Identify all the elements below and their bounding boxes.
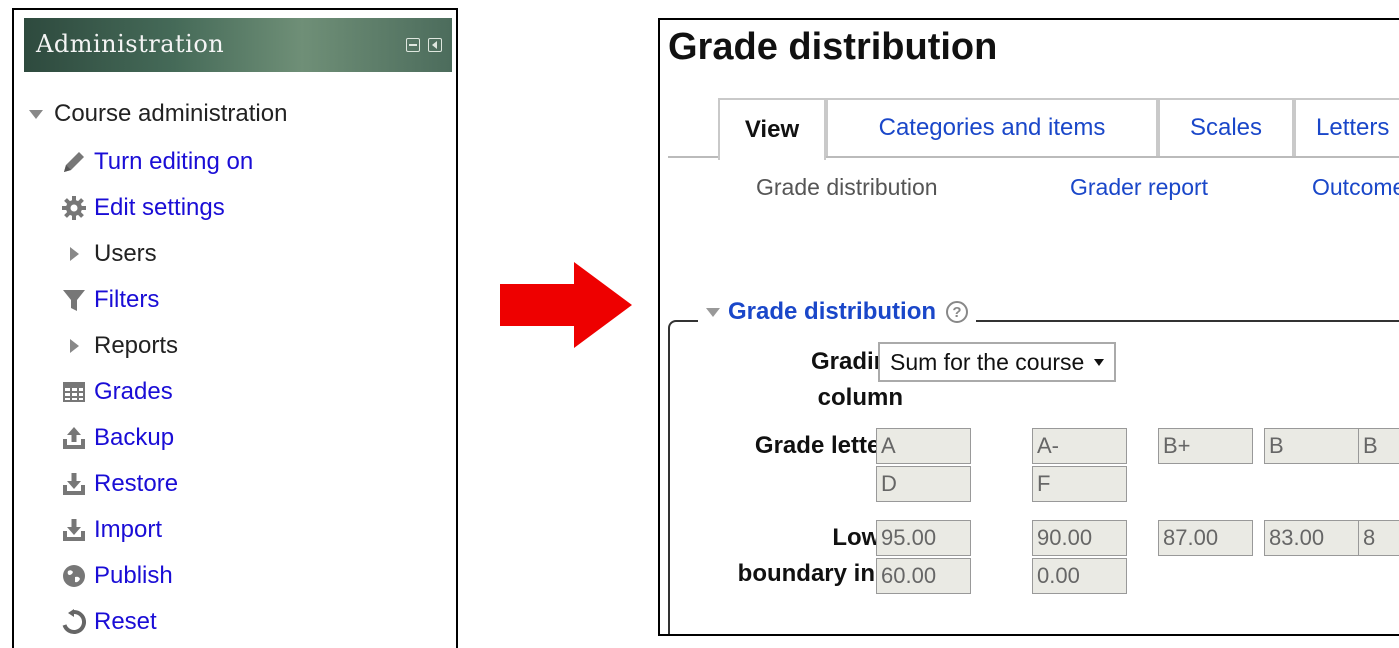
- minimize-icon[interactable]: [406, 38, 420, 52]
- filter-icon: [60, 286, 88, 314]
- triangle-down-icon: [24, 100, 48, 128]
- tab-scales[interactable]: Scales: [1158, 98, 1294, 156]
- reports-node[interactable]: Reports: [60, 326, 178, 366]
- course-administration-node[interactable]: Course administration: [24, 94, 287, 134]
- globe-icon: [60, 562, 88, 590]
- help-icon[interactable]: ?: [946, 301, 969, 323]
- boundary-input[interactable]: 60.00: [876, 558, 971, 594]
- subtab-grade-distribution[interactable]: Grade distribution: [756, 174, 938, 201]
- dock-icon[interactable]: [428, 38, 442, 52]
- tab-categories-and-items[interactable]: Categories and items: [826, 98, 1158, 156]
- letter-input[interactable]: B+: [1158, 428, 1253, 464]
- grades-label: Grades: [94, 378, 173, 405]
- letter-input[interactable]: A: [876, 428, 971, 464]
- triangle-right-icon: [60, 240, 88, 268]
- grading-column-select[interactable]: Sum for the course: [878, 342, 1117, 382]
- boundary-input[interactable]: 83.00: [1264, 520, 1359, 556]
- tab-view[interactable]: View: [718, 98, 826, 160]
- chevron-down-icon: [1094, 358, 1105, 366]
- letter-input[interactable]: D: [876, 466, 971, 502]
- restore-link[interactable]: Restore: [60, 464, 178, 504]
- gear-icon: [60, 194, 88, 222]
- backup-link[interactable]: Backup: [60, 418, 174, 458]
- reset-icon: [60, 608, 88, 636]
- letter-input[interactable]: A-: [1032, 428, 1127, 464]
- page-title: Grade distribution: [668, 26, 998, 68]
- boundary-input[interactable]: 90.00: [1032, 520, 1127, 556]
- boundary-input[interactable]: 87.00: [1158, 520, 1253, 556]
- subtab-grader-report[interactable]: Grader report: [1070, 174, 1208, 201]
- restore-label: Restore: [94, 470, 179, 497]
- publish-label: Publish: [94, 562, 173, 589]
- filters-label: Filters: [94, 286, 160, 313]
- backup-label: Backup: [94, 424, 175, 451]
- course-administration-label: Course administration: [54, 100, 288, 127]
- letter-input[interactable]: B: [1264, 428, 1359, 464]
- grade-distribution-panel: Grade distribution View Categories and i…: [658, 18, 1399, 636]
- administration-header: Administration: [24, 18, 452, 72]
- edit-settings-label: Edit settings: [94, 194, 225, 221]
- filters-link[interactable]: Filters: [60, 280, 159, 320]
- turn-editing-on-label: Turn editing on: [94, 148, 254, 175]
- section-legend[interactable]: Grade distribution ?: [698, 292, 977, 332]
- letter-input[interactable]: F: [1032, 466, 1127, 502]
- administration-block: Administration Course administration Tur…: [12, 8, 458, 648]
- reports-label: Reports: [94, 332, 179, 359]
- reset-link[interactable]: Reset: [60, 602, 157, 642]
- turn-editing-on-link[interactable]: Turn editing on: [60, 142, 253, 182]
- download-icon: [60, 516, 88, 544]
- pencil-icon: [60, 148, 88, 176]
- boundary-input[interactable]: 8: [1358, 520, 1399, 556]
- grading-column-value: Sum for the course: [890, 348, 1085, 375]
- import-link[interactable]: Import: [60, 510, 162, 550]
- reset-label: Reset: [94, 608, 157, 635]
- collapse-triangle-icon: [706, 307, 720, 317]
- users-node[interactable]: Users: [60, 234, 157, 274]
- section-legend-label: Grade distribution: [728, 298, 937, 325]
- letter-input[interactable]: B: [1358, 428, 1399, 464]
- upload-icon: [60, 424, 88, 452]
- triangle-right-icon: [60, 332, 88, 360]
- red-arrow-icon: [500, 262, 632, 348]
- download-icon: [60, 470, 88, 498]
- administration-title: Administration: [36, 30, 225, 58]
- publish-link[interactable]: Publish: [60, 556, 173, 596]
- boundary-input[interactable]: 0.00: [1032, 558, 1127, 594]
- grades-link[interactable]: Grades: [60, 372, 173, 412]
- import-label: Import: [94, 516, 163, 543]
- boundary-input[interactable]: 95.00: [876, 520, 971, 556]
- users-label: Users: [94, 240, 157, 267]
- edit-settings-link[interactable]: Edit settings: [60, 188, 225, 228]
- tab-letters[interactable]: Letters: [1294, 98, 1399, 156]
- table-icon: [60, 378, 88, 406]
- subtab-outcomes[interactable]: Outcomes: [1312, 174, 1399, 201]
